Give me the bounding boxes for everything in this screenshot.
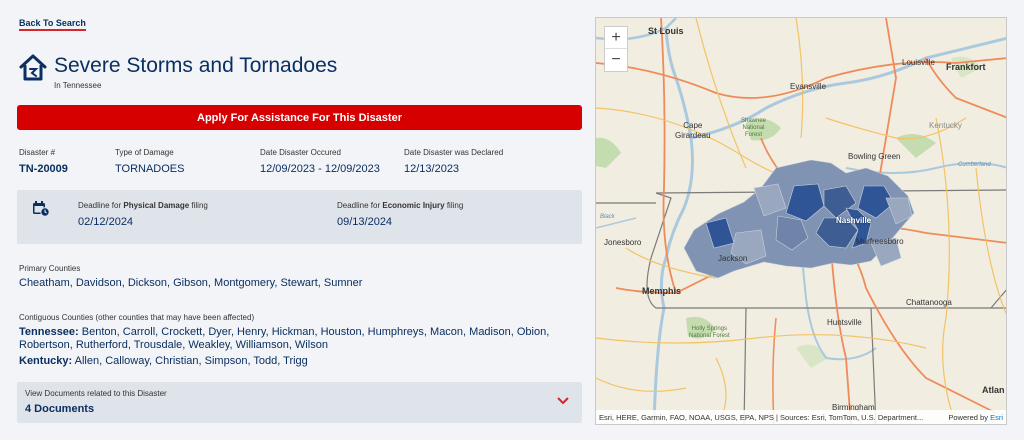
primary-counties-list: Cheatham, Davidson, Dickson, Gibson, Mon… xyxy=(19,277,363,289)
date-declared-field: Date Disaster was Declared 12/13/2023 xyxy=(404,148,503,175)
kentucky-list: Allen, Calloway, Christian, Simpson, Tod… xyxy=(72,355,308,367)
economic-suffix: filing xyxy=(444,201,464,210)
powered-prefix: Powered by xyxy=(948,412,991,422)
disaster-number-label: Disaster # xyxy=(19,148,56,157)
map-base-layer xyxy=(596,18,1006,424)
documents-count: 4 Documents xyxy=(25,403,95,415)
back-to-search-link[interactable]: Back To Search xyxy=(19,18,86,31)
map-label-atlanta: Atlan xyxy=(982,385,1005,395)
physical-bold: Physical Damage xyxy=(123,201,190,210)
map-label-shawnee-forest: Shawnee National Forest xyxy=(741,118,767,138)
calendar-clock-icon xyxy=(33,201,50,217)
economic-prefix: Deadline for xyxy=(337,201,383,210)
tennessee-line-2: Robertson, Rutherford, Trousdale, Weakle… xyxy=(19,339,328,351)
kentucky-counties-list: Kentucky: Allen, Calloway, Christian, Si… xyxy=(19,355,308,368)
zoom-in-button[interactable]: + xyxy=(605,27,627,49)
physical-prefix: Deadline for xyxy=(78,201,124,210)
contiguous-counties-label: Contiguous Counties (other counties that… xyxy=(19,313,255,322)
damage-type-label: Type of Damage xyxy=(115,148,174,157)
map-label-murfreesboro: Murfreesboro xyxy=(856,237,904,246)
tennessee-label: Tennessee: xyxy=(19,326,79,338)
documents-label: View Documents related to this Disaster xyxy=(25,389,167,398)
primary-counties-label: Primary Counties xyxy=(19,264,81,273)
map-label-st-louis: St Louis xyxy=(648,26,684,36)
map-label-memphis: Memphis xyxy=(642,286,682,296)
date-occurred-field: Date Disaster Occured 12/09/2023 - 12/09… xyxy=(260,148,380,175)
zoom-out-button[interactable]: − xyxy=(605,49,627,71)
map-label-frankfort: Frankfort xyxy=(946,62,986,72)
disaster-number-value: TN-20009 xyxy=(19,163,68,175)
economic-injury-date: 09/13/2024 xyxy=(337,216,393,228)
attribution-text: Esri, HERE, Garmin, FAO, NOAA, USGS, EPA… xyxy=(599,412,924,422)
kentucky-label: Kentucky: xyxy=(19,355,73,367)
map-attribution: Esri, HERE, Garmin, FAO, NOAA, USGS, EPA… xyxy=(596,410,1006,424)
powered-by: Powered by Esri xyxy=(948,413,1003,422)
date-declared-label: Date Disaster was Declared xyxy=(404,148,504,157)
physical-suffix: filing xyxy=(189,201,208,210)
map-label-cape-girardeau: Cape Girardeau xyxy=(675,121,711,140)
map-label-holly-springs-forest: Holly Springs National Forest xyxy=(689,326,730,339)
damage-type-value: TORNADOES xyxy=(115,163,185,175)
map-label-louisville: Louisville xyxy=(902,58,935,67)
map-label-chattanooga: Chattanooga xyxy=(906,298,952,307)
map-label-nashville: Nashville xyxy=(836,216,872,225)
chevron-down-icon[interactable] xyxy=(557,396,569,406)
physical-damage-date: 02/12/2024 xyxy=(78,216,134,228)
disaster-map[interactable]: St Louis Louisville Frankfort Evansville… xyxy=(595,17,1007,425)
esri-link[interactable]: Esri xyxy=(990,413,1003,422)
date-declared-value: 12/13/2023 xyxy=(404,163,460,175)
map-label-huntsville: Huntsville xyxy=(827,318,862,327)
map-zoom-controls: + − xyxy=(604,26,628,72)
map-label-cumberland-river: Cumberland xyxy=(958,162,991,168)
date-occurred-label: Date Disaster Occured xyxy=(260,148,341,157)
house-disaster-icon xyxy=(19,54,47,81)
physical-damage-deadline: Deadline for Physical Damage filing 02/1… xyxy=(78,201,208,228)
economic-bold: Economic Injury xyxy=(382,201,445,210)
disaster-number-field: Disaster # TN-20009 xyxy=(19,148,68,175)
tennessee-counties-list: Tennessee: Benton, Carroll, Crockett, Dy… xyxy=(19,326,549,352)
physical-damage-label: Deadline for Physical Damage filing xyxy=(78,201,208,210)
page-title: Severe Storms and Tornadoes xyxy=(54,54,338,77)
map-label-jonesboro: Jonesboro xyxy=(604,238,642,247)
damage-type-field: Type of Damage TORNADOES xyxy=(115,148,184,175)
apply-for-assistance-button[interactable]: Apply For Assistance For This Disaster xyxy=(17,105,582,130)
documents-accordion[interactable]: View Documents related to this Disaster … xyxy=(17,382,582,423)
disaster-header: Severe Storms and Tornadoes xyxy=(18,52,337,82)
economic-injury-label: Deadline for Economic Injury filing xyxy=(337,201,463,210)
map-label-evansville: Evansville xyxy=(790,82,827,91)
map-label-jackson: Jackson xyxy=(718,254,748,263)
date-occurred-value: 12/09/2023 - 12/09/2023 xyxy=(260,163,380,175)
map-label-black-river: Black xyxy=(600,214,615,220)
tennessee-line-1: Benton, Carroll, Crockett, Dyer, Henry, … xyxy=(78,326,550,338)
economic-injury-deadline: Deadline for Economic Injury filing 09/1… xyxy=(337,201,463,228)
page-subtitle: In Tennessee xyxy=(54,81,102,90)
map-label-kentucky: Kentucky xyxy=(929,121,962,130)
deadlines-panel: Deadline for Physical Damage filing 02/1… xyxy=(17,190,582,244)
map-label-bowling-green: Bowling Green xyxy=(848,152,901,161)
